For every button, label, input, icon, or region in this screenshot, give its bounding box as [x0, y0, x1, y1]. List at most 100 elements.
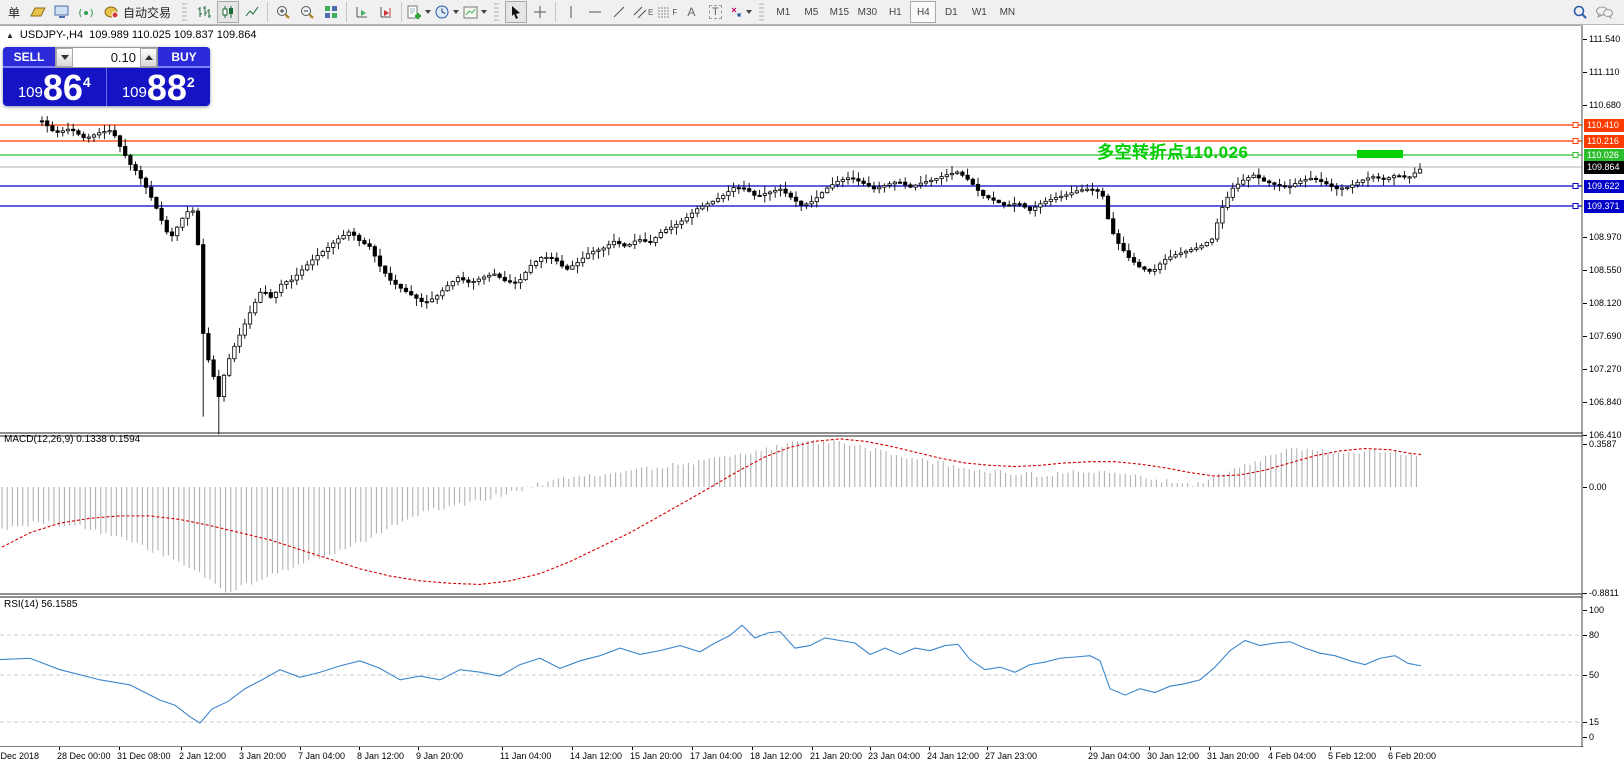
time-label: 24 Jan 12:00 [927, 751, 979, 761]
sell-button[interactable]: SELL [3, 47, 55, 68]
axis-tick [1583, 336, 1587, 337]
pivot-annotation-text[interactable]: 多空转折点110.026 [1097, 138, 1249, 163]
candlestick-chart-icon[interactable] [217, 1, 239, 23]
axis-label-107.690: 107.690 [1589, 331, 1622, 341]
chart-symbol-period: USDJPY-,H4 [20, 29, 83, 41]
new-order-button[interactable]: 单 [3, 1, 25, 23]
market-watch-icon[interactable] [27, 1, 49, 23]
axis-tick [1583, 270, 1587, 271]
axis-label-106.840: 106.840 [1589, 397, 1622, 407]
chart-title: ▲ USDJPY-,H4 109.989 110.025 109.837 109… [6, 29, 257, 41]
volume-input[interactable]: 0.10 [73, 48, 140, 67]
toolbar-grip [182, 3, 187, 21]
templates-caret [481, 10, 487, 14]
terminal-icon[interactable] [51, 1, 73, 23]
horizontal-line-tool-icon[interactable] [584, 1, 606, 23]
buy-price-big: 88 [147, 71, 187, 105]
timeframe-button-m5[interactable]: M5 [798, 1, 824, 23]
crosshair-icon[interactable] [529, 1, 551, 23]
axis-label-rsi-100: 100 [1589, 605, 1604, 615]
axis-label-107.270: 107.270 [1589, 364, 1622, 374]
search-icon[interactable] [1569, 1, 1591, 23]
time-axis[interactable]: 26 Dec 201828 Dec 00:0031 Dec 08:002 Jan… [0, 747, 1624, 768]
toolbar-right [1568, 1, 1624, 23]
sell-price[interactable]: 109 86 4 [3, 68, 107, 106]
time-tick [1090, 747, 1091, 750]
timeframe-button-d1[interactable]: D1 [938, 1, 964, 23]
templates-button[interactable] [462, 1, 488, 23]
trendline-tool-icon[interactable] [608, 1, 630, 23]
time-label: 4 Feb 04:00 [1268, 751, 1316, 761]
arrows-tool-button[interactable] [728, 1, 753, 23]
rsi-label: RSI(14) 56.1585 [4, 599, 77, 610]
indicators-button[interactable] [406, 1, 432, 23]
time-tick [692, 747, 693, 750]
signal-icon[interactable] [75, 1, 97, 23]
timeframe-button-w1[interactable]: W1 [966, 1, 992, 23]
timeframe-button-h4[interactable]: H4 [910, 1, 936, 23]
level-price-label: 109.371 [1584, 200, 1624, 213]
buy-price[interactable]: 109 88 2 [107, 68, 211, 106]
time-label: 5 Feb 12:00 [1328, 751, 1376, 761]
toolbar-group-timeframes: M1M5M15M30H1H4D1W1MN [767, 0, 1023, 24]
axis-tick [1583, 105, 1587, 106]
axis-tick [1583, 610, 1587, 611]
auto-scroll-icon[interactable] [351, 1, 373, 23]
tile-windows-icon[interactable] [320, 1, 342, 23]
fibonacci-tool-icon[interactable]: F [656, 1, 678, 23]
axis-tick [1583, 369, 1587, 370]
autotrading-button[interactable]: 自动交易 [99, 1, 176, 23]
sell-price-sup: 4 [83, 74, 91, 90]
buy-button[interactable]: BUY [158, 47, 210, 68]
axis-tick [1583, 635, 1587, 636]
level-price-label: 110.410 [1584, 119, 1624, 132]
one-click-trading-panel: SELL 0.10 BUY 109 86 4 109 88 2 [3, 47, 210, 106]
autotrading-label: 自动交易 [123, 4, 171, 21]
arrows-caret [746, 10, 752, 14]
price-chart-canvas[interactable] [0, 25, 1624, 768]
time-tick [1270, 747, 1271, 750]
zoom-in-icon[interactable] [272, 1, 294, 23]
indicators-caret [425, 10, 431, 14]
axis-tick [1583, 39, 1587, 40]
line-chart-icon[interactable] [241, 1, 263, 23]
zoom-out-icon[interactable] [296, 1, 318, 23]
axis-label-rsi-50: 50 [1589, 670, 1599, 680]
timeframe-button-m30[interactable]: M30 [854, 1, 880, 23]
axis-tick [1583, 402, 1587, 403]
text-label-tool-icon[interactable]: T [704, 1, 726, 23]
periods-button[interactable] [434, 1, 460, 23]
time-label: 26 Dec 2018 [0, 751, 39, 761]
time-tick [1209, 747, 1210, 750]
bar-chart-icon[interactable] [193, 1, 215, 23]
axis-label-108.970: 108.970 [1589, 232, 1622, 242]
channel-tool-icon[interactable]: E [632, 1, 654, 23]
time-label: 17 Jan 04:00 [690, 751, 742, 761]
timeframe-button-h1[interactable]: H1 [882, 1, 908, 23]
time-tick [418, 747, 419, 750]
timeframe-button-mn[interactable]: MN [994, 1, 1020, 23]
toolbar-group-drawing: E F A T [502, 0, 756, 24]
time-tick [1330, 747, 1331, 750]
timeframe-button-m1[interactable]: M1 [770, 1, 796, 23]
chat-icon[interactable] [1593, 1, 1615, 23]
price-axis[interactable]: 111.540111.110110.680108.970108.550108.1… [1583, 25, 1624, 747]
chart-ohlc-values: 109.989 110.025 109.837 109.864 [89, 29, 256, 41]
time-label: 27 Jan 23:00 [985, 751, 1037, 761]
axis-tick [1583, 675, 1587, 676]
chart-shift-icon[interactable] [375, 1, 397, 23]
timeframe-button-m15[interactable]: M15 [826, 1, 852, 23]
cursor-icon[interactable] [505, 1, 527, 23]
caret-down-icon [61, 55, 69, 60]
axis-tick [1583, 303, 1587, 304]
chart-window-body: ▲ USDJPY-,H4 109.989 110.025 109.837 109… [0, 25, 1624, 768]
axis-tick [1583, 237, 1587, 238]
vertical-line-tool-icon[interactable] [560, 1, 582, 23]
text-tool-icon[interactable]: A [680, 1, 702, 23]
time-tick [572, 747, 573, 750]
time-label: 15 Jan 20:00 [630, 751, 682, 761]
time-tick [1390, 747, 1391, 750]
panel-collapse-triangle[interactable]: ▲ [6, 31, 14, 40]
volume-decrease-button[interactable] [56, 48, 73, 67]
volume-increase-button[interactable] [140, 48, 157, 67]
